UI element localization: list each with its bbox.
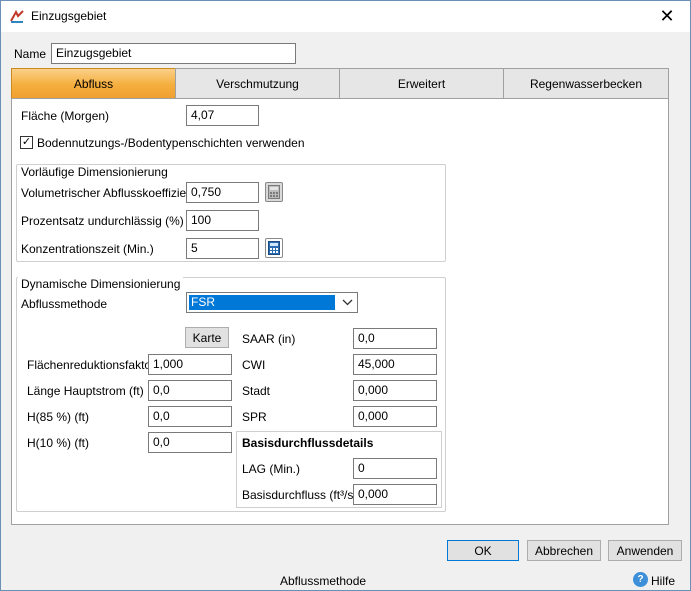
tab-erweitert[interactable]: Erweitert (339, 68, 504, 99)
calculator-icon (268, 185, 280, 199)
dynamisch-title: Dynamische Dimensionierung (18, 277, 184, 291)
laenge-hauptstrom-label: Länge Hauptstrom (ft) (27, 384, 144, 398)
basisdurchfluss-input[interactable]: 0,000 (353, 484, 437, 505)
lag-label: LAG (Min.) (242, 462, 301, 476)
flaeche-input[interactable]: 4,07 (186, 105, 259, 126)
basisdurchfluss-label: Basisdurchfluss (ft³/s) (242, 488, 358, 502)
flaechenreduktionsfaktor-label: Flächenreduktionsfaktor (27, 358, 156, 372)
flaeche-label: Fläche (Morgen) (21, 109, 110, 123)
h10-input[interactable]: 0,0 (148, 432, 232, 453)
app-icon (10, 9, 24, 23)
stadt-label: Stadt (242, 384, 271, 398)
name-input[interactable]: Einzugsgebiet (51, 43, 296, 64)
tab-label: Erweitert (397, 76, 446, 91)
h85-input[interactable]: 0,0 (148, 406, 232, 427)
name-label: Name (14, 47, 47, 61)
saar-label: SAAR (in) (242, 332, 296, 346)
spr-input[interactable]: 0,000 (353, 406, 437, 427)
stadt-input[interactable]: 0,000 (353, 380, 437, 401)
status-bar: Abflussmethode ? Hilfe (1, 567, 690, 591)
vorlaeufig-title: Vorläufige Dimensionierung (18, 165, 171, 179)
abflusskoeffizient-input[interactable]: 0,750 (186, 182, 259, 203)
apply-button[interactable]: Anwenden (608, 540, 682, 561)
calculator-icon (268, 241, 280, 255)
saar-input[interactable]: 0,0 (353, 328, 437, 349)
chevron-down-icon (342, 299, 353, 306)
konzentrationszeit-label: Konzentrationszeit (Min.) (21, 242, 154, 256)
tab-panel-abfluss: Fläche (Morgen) 4,07 ✓ Bodennutzungs-/Bo… (11, 98, 669, 525)
tab-label: Abfluss (73, 76, 114, 91)
status-text: Abflussmethode (280, 574, 367, 588)
cwi-label: CWI (242, 358, 266, 372)
apply-label: Anwenden (616, 543, 674, 558)
cancel-label: Abbrechen (534, 543, 594, 558)
close-icon: ✕ (659, 6, 675, 26)
help-icon[interactable]: ? (633, 572, 648, 587)
check-icon: ✓ (21, 136, 32, 148)
konzentrationszeit-input[interactable]: 5 (186, 238, 259, 259)
laenge-hauptstrom-input[interactable]: 0,0 (148, 380, 232, 401)
title-bar: Einzugsgebiet ✕ (1, 1, 690, 32)
abflussmethode-select[interactable]: FSR (186, 292, 358, 313)
calculator-button[interactable] (265, 238, 283, 258)
prozentsatz-input[interactable]: 100 (186, 210, 259, 231)
ok-label: OK (474, 543, 492, 558)
cwi-input[interactable]: 45,000 (353, 354, 437, 375)
h85-label: H(85 %) (ft) (27, 410, 90, 424)
abflusskoeffizient-label: Volumetrischer Abflusskoeffizient (21, 186, 197, 200)
tab-bar: Abfluss Verschmutzung Erweitert Regenwas… (11, 68, 669, 99)
tab-abfluss[interactable]: Abfluss (11, 68, 176, 99)
abflussmethode-selected: FSR (189, 295, 335, 310)
flaechenreduktionsfaktor-input[interactable]: 1,000 (148, 354, 232, 375)
dialog-window: Einzugsgebiet ✕ Name Einzugsgebiet Abflu… (0, 0, 691, 591)
tab-label: Regenwasserbecken (529, 76, 643, 91)
tab-verschmutzung[interactable]: Verschmutzung (175, 68, 340, 99)
help-link[interactable]: Hilfe (651, 574, 675, 588)
lag-input[interactable]: 0 (353, 458, 437, 479)
karte-label: Karte (192, 330, 222, 345)
abflussmethode-label: Abflussmethode (21, 297, 108, 311)
basisdurchfluss-title: Basisdurchflussdetails (242, 436, 374, 450)
window-title: Einzugsgebiet (31, 9, 107, 23)
close-button[interactable]: ✕ (644, 1, 690, 32)
help-glyph: ? (637, 574, 644, 585)
tab-label: Verschmutzung (216, 76, 299, 91)
calculator-button-disabled[interactable] (265, 182, 283, 202)
bodennutzung-checkbox[interactable]: ✓ (20, 136, 33, 149)
bodennutzung-label: Bodennutzungs-/Bodentypenschichten verwe… (37, 136, 305, 150)
h10-label: H(10 %) (ft) (27, 436, 90, 450)
cancel-button[interactable]: Abbrechen (527, 540, 601, 561)
karte-button[interactable]: Karte (185, 327, 229, 348)
spr-label: SPR (242, 410, 267, 424)
prozentsatz-label: Prozentsatz undurchlässig (%) (21, 214, 184, 228)
ok-button[interactable]: OK (447, 540, 519, 561)
tab-regenwasserbecken[interactable]: Regenwasserbecken (503, 68, 669, 99)
